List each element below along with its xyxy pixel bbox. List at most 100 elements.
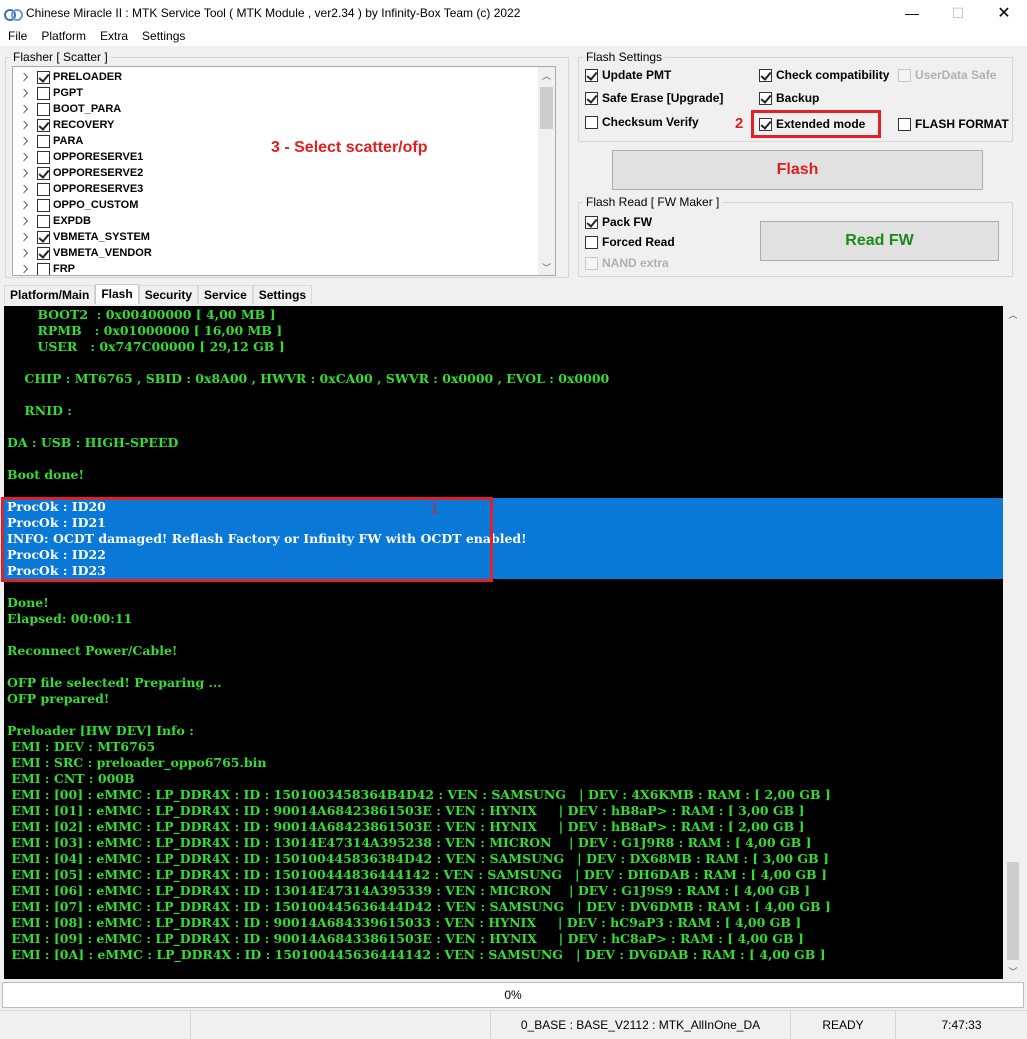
partition-row[interactable]: OPPO_CUSTOM <box>13 197 138 213</box>
flash-format-checkbox[interactable] <box>898 117 911 131</box>
partition-label: VBMETA_SYSTEM <box>53 231 150 243</box>
flasher-legend: Flasher [ Scatter ] <box>13 50 108 64</box>
console-scroll-down-icon[interactable]: ﹀ <box>1004 963 1022 979</box>
partition-checkbox[interactable] <box>37 70 50 84</box>
chevron-right-icon[interactable] <box>19 120 29 130</box>
forced-read-option[interactable]: Forced Read <box>585 235 675 249</box>
checksum-label: Checksum Verify <box>602 115 699 129</box>
log-console[interactable]: BOOT2 : 0x00400000 [ 4,00 MB ] RPMB : 0x… <box>4 306 1003 979</box>
tab-settings[interactable]: Settings <box>252 285 313 304</box>
log-line: EMI : DEV : MT6765 <box>7 739 156 754</box>
scroll-up-icon[interactable]: ︿ <box>538 67 555 83</box>
partition-row[interactable]: OPPORESERVE2 <box>13 165 143 181</box>
backup-option[interactable]: Backup <box>759 91 819 105</box>
chevron-right-icon[interactable] <box>19 264 29 274</box>
tab-service[interactable]: Service <box>198 285 253 304</box>
partition-checkbox[interactable] <box>37 230 50 244</box>
maximize-button[interactable]: ☐ <box>935 0 981 26</box>
partition-checkbox[interactable] <box>37 134 50 148</box>
partition-row[interactable]: PGPT <box>13 85 83 101</box>
partition-label: OPPORESERVE3 <box>53 183 144 195</box>
partition-checkbox[interactable] <box>37 246 50 260</box>
update-pmt-label: Update PMT <box>602 68 672 82</box>
partition-checkbox[interactable] <box>37 118 50 132</box>
partition-row[interactable]: EXPDB <box>13 213 91 229</box>
backup-checkbox[interactable] <box>759 91 772 105</box>
partition-label: PARA <box>53 135 84 147</box>
pack-fw-checkbox[interactable] <box>585 215 598 229</box>
console-scroll-thumb[interactable] <box>1007 862 1019 960</box>
log-line: EMI : [03] : eMMC : LP_DDR4X : ID : 1301… <box>7 835 812 850</box>
chevron-right-icon[interactable] <box>19 184 29 194</box>
partition-row[interactable]: VBMETA_VENDOR <box>13 245 152 261</box>
console-scrollbar[interactable]: ︿ ﹀ <box>1004 306 1022 979</box>
menu-bar: File Platform Extra Settings <box>0 26 1027 46</box>
log-line: EMI : [04] : eMMC : LP_DDR4X : ID : 1501… <box>7 851 829 866</box>
tree-scrollbar[interactable]: ︿ ﹀ <box>538 67 555 275</box>
update-pmt-option[interactable]: Update PMT <box>585 68 671 82</box>
partition-row[interactable]: OPPORESERVE3 <box>13 181 143 197</box>
checksum-option[interactable]: Checksum Verify <box>585 115 699 129</box>
tree-scroll-thumb[interactable] <box>540 87 553 129</box>
update-pmt-checkbox[interactable] <box>585 68 598 82</box>
partition-row[interactable]: FRP <box>13 261 75 275</box>
read-fw-button[interactable]: Read FW <box>760 221 999 261</box>
partition-checkbox[interactable] <box>37 262 50 275</box>
tab-flash[interactable]: Flash <box>95 284 139 304</box>
checksum-checkbox[interactable] <box>585 115 598 129</box>
chevron-right-icon[interactable] <box>19 136 29 146</box>
chevron-right-icon[interactable] <box>19 232 29 242</box>
pack-fw-option[interactable]: Pack FW <box>585 215 652 229</box>
safe-erase-option[interactable]: Safe Erase [Upgrade] <box>585 91 723 105</box>
tab-platform-main[interactable]: Platform/Main <box>4 285 96 304</box>
annotation-1: 1 <box>430 500 439 517</box>
menu-settings[interactable]: Settings <box>134 29 191 43</box>
partition-row[interactable]: PARA <box>13 133 83 149</box>
partition-checkbox[interactable] <box>37 198 50 212</box>
chevron-right-icon[interactable] <box>19 248 29 258</box>
forced-read-checkbox[interactable] <box>585 235 598 249</box>
safe-erase-checkbox[interactable] <box>585 91 598 105</box>
chevron-right-icon[interactable] <box>19 72 29 82</box>
flash-format-option[interactable]: FLASH FORMAT <box>898 117 1009 131</box>
chevron-right-icon[interactable] <box>19 104 29 114</box>
chevron-right-icon[interactable] <box>19 200 29 210</box>
menu-extra[interactable]: Extra <box>92 29 134 43</box>
log-line: OFP file selected! Preparing ... <box>7 675 222 690</box>
menu-platform[interactable]: Platform <box>33 29 92 43</box>
chevron-right-icon[interactable] <box>19 152 29 162</box>
partition-checkbox[interactable] <box>37 102 50 116</box>
tab-security[interactable]: Security <box>138 285 199 304</box>
check-compat-checkbox[interactable] <box>759 68 772 82</box>
scroll-down-icon[interactable]: ﹀ <box>538 259 555 275</box>
log-line: DA : USB : HIGH-SPEED <box>7 435 179 450</box>
partition-row[interactable]: PRELOADER <box>13 69 122 85</box>
partition-checkbox[interactable] <box>37 214 50 228</box>
partition-row[interactable]: OPPORESERVE1 <box>13 149 143 165</box>
partition-checkbox[interactable] <box>37 86 50 100</box>
minimize-button[interactable]: — <box>889 0 935 26</box>
check-compat-option[interactable]: Check compatibility <box>759 68 889 82</box>
log-line: CHIP : MT6765 , SBID : 0x8A00 , HWVR : 0… <box>7 371 610 386</box>
menu-file[interactable]: File <box>0 29 33 43</box>
partition-row[interactable]: VBMETA_SYSTEM <box>13 229 150 245</box>
log-line: EMI : [02] : eMMC : LP_DDR4X : ID : 9001… <box>7 819 805 834</box>
chevron-right-icon[interactable] <box>19 168 29 178</box>
flash-button[interactable]: Flash <box>612 150 983 190</box>
nand-extra-checkbox <box>585 256 598 270</box>
userdata-safe-option: UserData Safe <box>898 68 996 82</box>
partition-row[interactable]: BOOT_PARA <box>13 101 121 117</box>
partition-checkbox[interactable] <box>37 150 50 164</box>
partition-row[interactable]: RECOVERY <box>13 117 114 133</box>
log-line: EMI : [06] : eMMC : LP_DDR4X : ID : 1301… <box>7 883 811 898</box>
chevron-right-icon[interactable] <box>19 216 29 226</box>
close-button[interactable]: ✕ <box>981 0 1027 26</box>
partition-label: RECOVERY <box>53 119 115 131</box>
scatter-partition-tree[interactable]: PRELOADER PGPT BOOT_PARA RECOVERY PARA OPPORE… <box>12 66 556 276</box>
chevron-right-icon[interactable] <box>19 88 29 98</box>
partition-checkbox[interactable] <box>37 166 50 180</box>
infinity-app-icon <box>4 6 23 21</box>
partition-checkbox[interactable] <box>37 182 50 196</box>
console-scroll-up-icon[interactable]: ︿ <box>1004 306 1022 322</box>
partition-label: VBMETA_VENDOR <box>53 247 152 259</box>
